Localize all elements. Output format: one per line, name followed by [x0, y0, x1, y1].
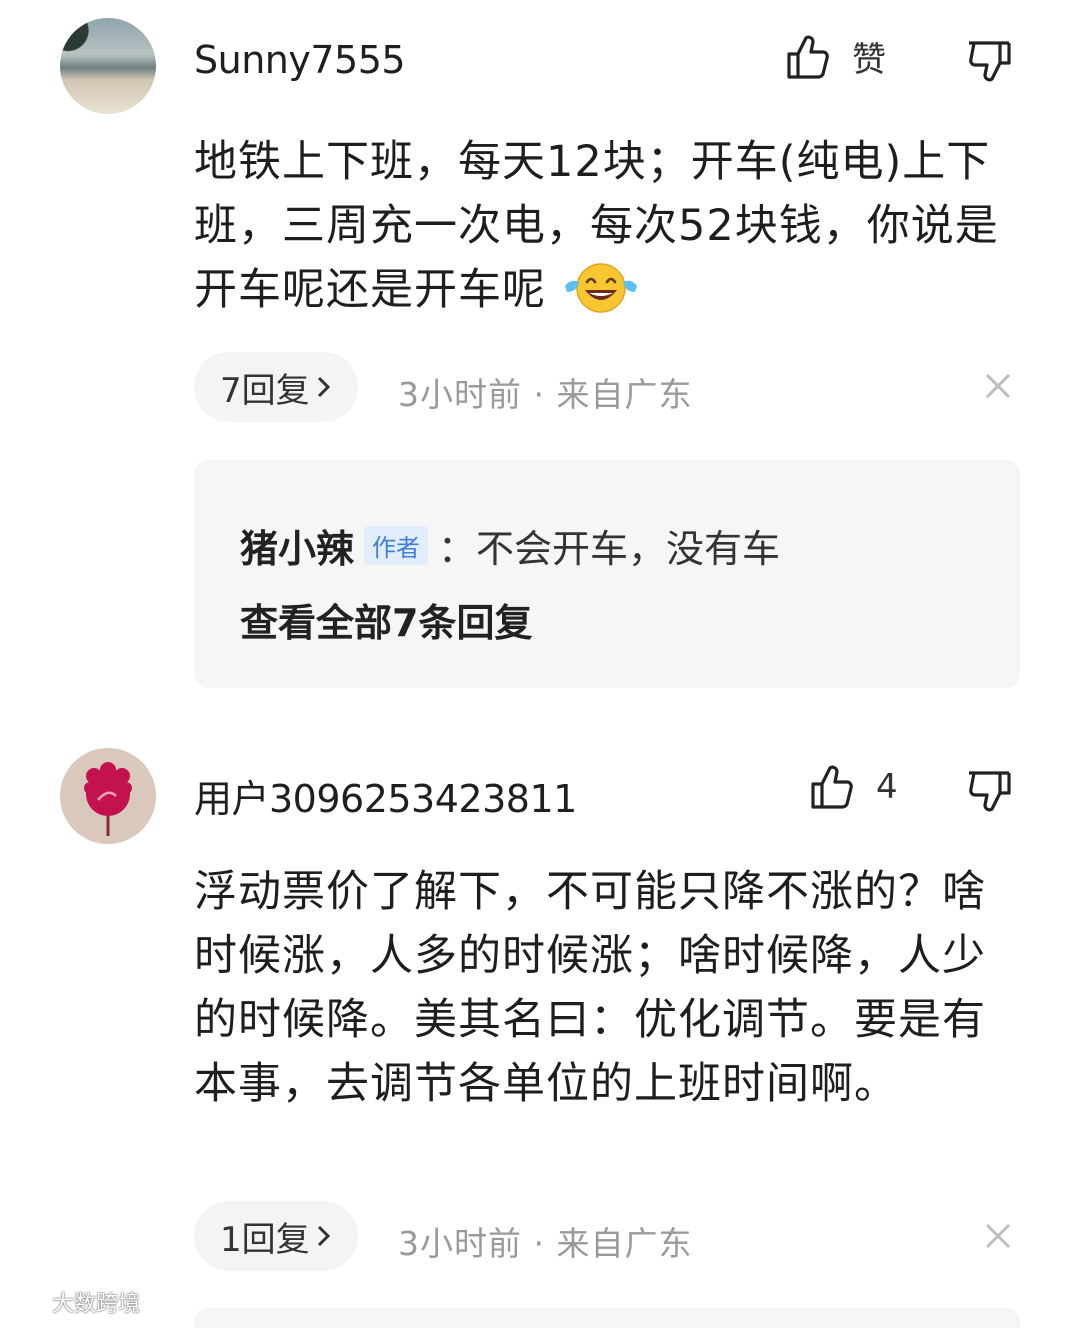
thumbs-up-icon	[787, 35, 829, 79]
close-icon	[985, 373, 1011, 399]
like-button[interactable]: 赞	[786, 32, 886, 81]
next-reply-box	[194, 1308, 1020, 1328]
reply-count-button[interactable]: 1回复	[194, 1201, 358, 1271]
author-badge: 作者	[364, 526, 429, 565]
dislike-button[interactable]	[966, 768, 1012, 818]
reply-author[interactable]: 猪小辣	[240, 518, 354, 573]
like-count: 4	[876, 767, 898, 807]
view-all-replies-link[interactable]: 查看全部7条回复	[240, 592, 532, 647]
like-button[interactable]: 4	[810, 764, 898, 810]
reply-count-label: 1回复	[220, 1219, 310, 1260]
thumbs-down-icon	[969, 41, 1011, 82]
chevron-right-icon	[317, 376, 330, 398]
comment-text: 浮动票价了解下，不可能只降不涨的？啥时候涨，人多的时候涨；啥时候降，人少的时候降…	[194, 867, 986, 1109]
reply-preview-box[interactable]: 猪小辣 作者 ：不会开车，没有车 查看全部7条回复	[194, 460, 1020, 688]
reply-text: ：不会开车，没有车	[438, 527, 781, 571]
reply-count-label: 7回复	[220, 370, 310, 411]
comment-text: 地铁上下班，每天12块；开车(纯电)上下班，三周充一次电，每次52块钱，你说是开…	[194, 130, 1024, 332]
weibo-logo-icon	[11, 1292, 42, 1313]
thumbs-down-icon	[969, 771, 1011, 812]
avatar[interactable]	[60, 748, 156, 844]
dismiss-button[interactable]	[984, 372, 1012, 404]
watermark: 大数跨境	[10, 1286, 140, 1318]
chevron-right-icon	[317, 1225, 330, 1247]
like-label: 赞	[852, 40, 886, 80]
thumbs-up-icon	[811, 765, 853, 809]
comment-meta: 3小时前 · 来自广东	[398, 375, 693, 414]
dismiss-button[interactable]	[984, 1222, 1012, 1254]
laughing-with-tears-emoji	[561, 260, 641, 332]
dislike-button[interactable]	[966, 38, 1012, 88]
reply-count-button[interactable]: 7回复	[194, 352, 358, 422]
close-icon	[985, 1223, 1011, 1249]
comment-meta: 3小时前 · 来自广东	[398, 1224, 693, 1263]
username[interactable]: Sunny7555	[194, 38, 406, 82]
avatar[interactable]	[60, 18, 156, 114]
watermark-text: 大数跨境	[52, 1292, 141, 1317]
username[interactable]: 用户3096253423811	[194, 768, 577, 823]
reply-preview-line: 猪小辣 作者 ：不会开车，没有车	[240, 518, 780, 573]
